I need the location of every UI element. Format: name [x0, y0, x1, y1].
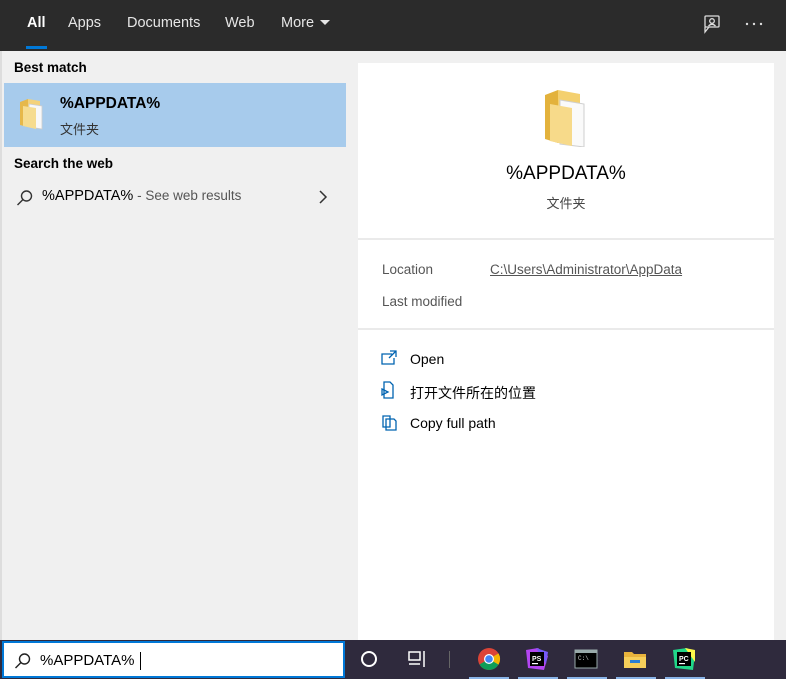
tab-more-label: More — [281, 15, 315, 31]
preview-title: %APPDATA% — [506, 163, 626, 184]
tab-all[interactable]: All — [26, 0, 47, 51]
open-file-location-action[interactable]: 打开文件所在的位置 — [378, 378, 758, 404]
phpstorm-icon[interactable]: PS — [524, 646, 550, 672]
tab-web[interactable]: Web — [225, 0, 255, 51]
tab-documents[interactable]: Documents — [127, 0, 200, 51]
divider — [358, 238, 774, 240]
search-icon — [15, 653, 31, 669]
open-action[interactable]: Open — [378, 346, 758, 372]
taskbar: PS C:\ PC — [0, 640, 786, 679]
pycharm-icon[interactable]: PC — [671, 646, 697, 672]
chevron-right-icon[interactable] — [318, 190, 328, 204]
search-filter-bar: All Apps Documents Web More — [0, 0, 786, 51]
search-icon — [17, 190, 33, 206]
svg-text:PC: PC — [679, 656, 689, 663]
web-search-query: %APPDATA% — [42, 188, 134, 204]
web-search-result[interactable]: %APPDATA% - See web results — [4, 179, 348, 215]
divider — [358, 328, 774, 330]
svg-text:PS: PS — [532, 656, 542, 663]
chrome-icon[interactable] — [476, 646, 502, 672]
terminal-icon[interactable]: C:\ — [573, 646, 599, 672]
feedback-icon[interactable] — [701, 13, 723, 35]
file-location-icon — [381, 381, 394, 399]
open-action-label: Open — [410, 351, 445, 367]
last-modified-label: Last modified — [382, 294, 463, 309]
copy-full-path-action[interactable]: Copy full path — [378, 410, 758, 436]
task-view-icon[interactable] — [404, 646, 430, 672]
results-panel: Best match %APPDATA% 文件夹 Search the web … — [0, 51, 348, 640]
tab-apps[interactable]: Apps — [68, 0, 101, 51]
open-icon — [381, 350, 397, 365]
folder-large-icon — [545, 90, 585, 147]
search-box[interactable] — [2, 641, 345, 678]
preview-type: 文件夹 — [546, 196, 586, 211]
text-cursor — [140, 652, 141, 670]
search-input[interactable] — [40, 649, 330, 671]
best-match-heading: Best match — [14, 60, 87, 75]
preview-card: %APPDATA% 文件夹 Location C:\Users\Administ… — [358, 63, 774, 640]
location-label: Location — [382, 262, 434, 277]
cortana-icon[interactable] — [356, 646, 382, 672]
copy-icon — [382, 415, 397, 431]
search-web-heading: Search the web — [14, 156, 114, 171]
svg-text:C:\: C:\ — [578, 655, 589, 662]
copy-full-path-label: Copy full path — [410, 415, 496, 431]
file-explorer-icon[interactable] — [622, 646, 648, 672]
location-link[interactable]: C:\Users\Administrator\AppData — [490, 262, 682, 277]
chevron-down-icon — [320, 20, 331, 25]
more-options-icon[interactable] — [743, 13, 765, 35]
web-search-text: %APPDATA% - See web results — [42, 188, 241, 204]
open-file-location-label: 打开文件所在的位置 — [410, 385, 536, 401]
tab-more[interactable]: More — [281, 0, 331, 51]
best-match-type: 文件夹 — [60, 122, 100, 137]
best-match-result[interactable]: %APPDATA% 文件夹 — [4, 83, 348, 147]
folder-icon — [20, 99, 43, 130]
web-search-suffix: - See web results — [133, 188, 242, 203]
taskbar-separator — [449, 651, 450, 668]
best-match-title: %APPDATA% — [60, 95, 161, 112]
